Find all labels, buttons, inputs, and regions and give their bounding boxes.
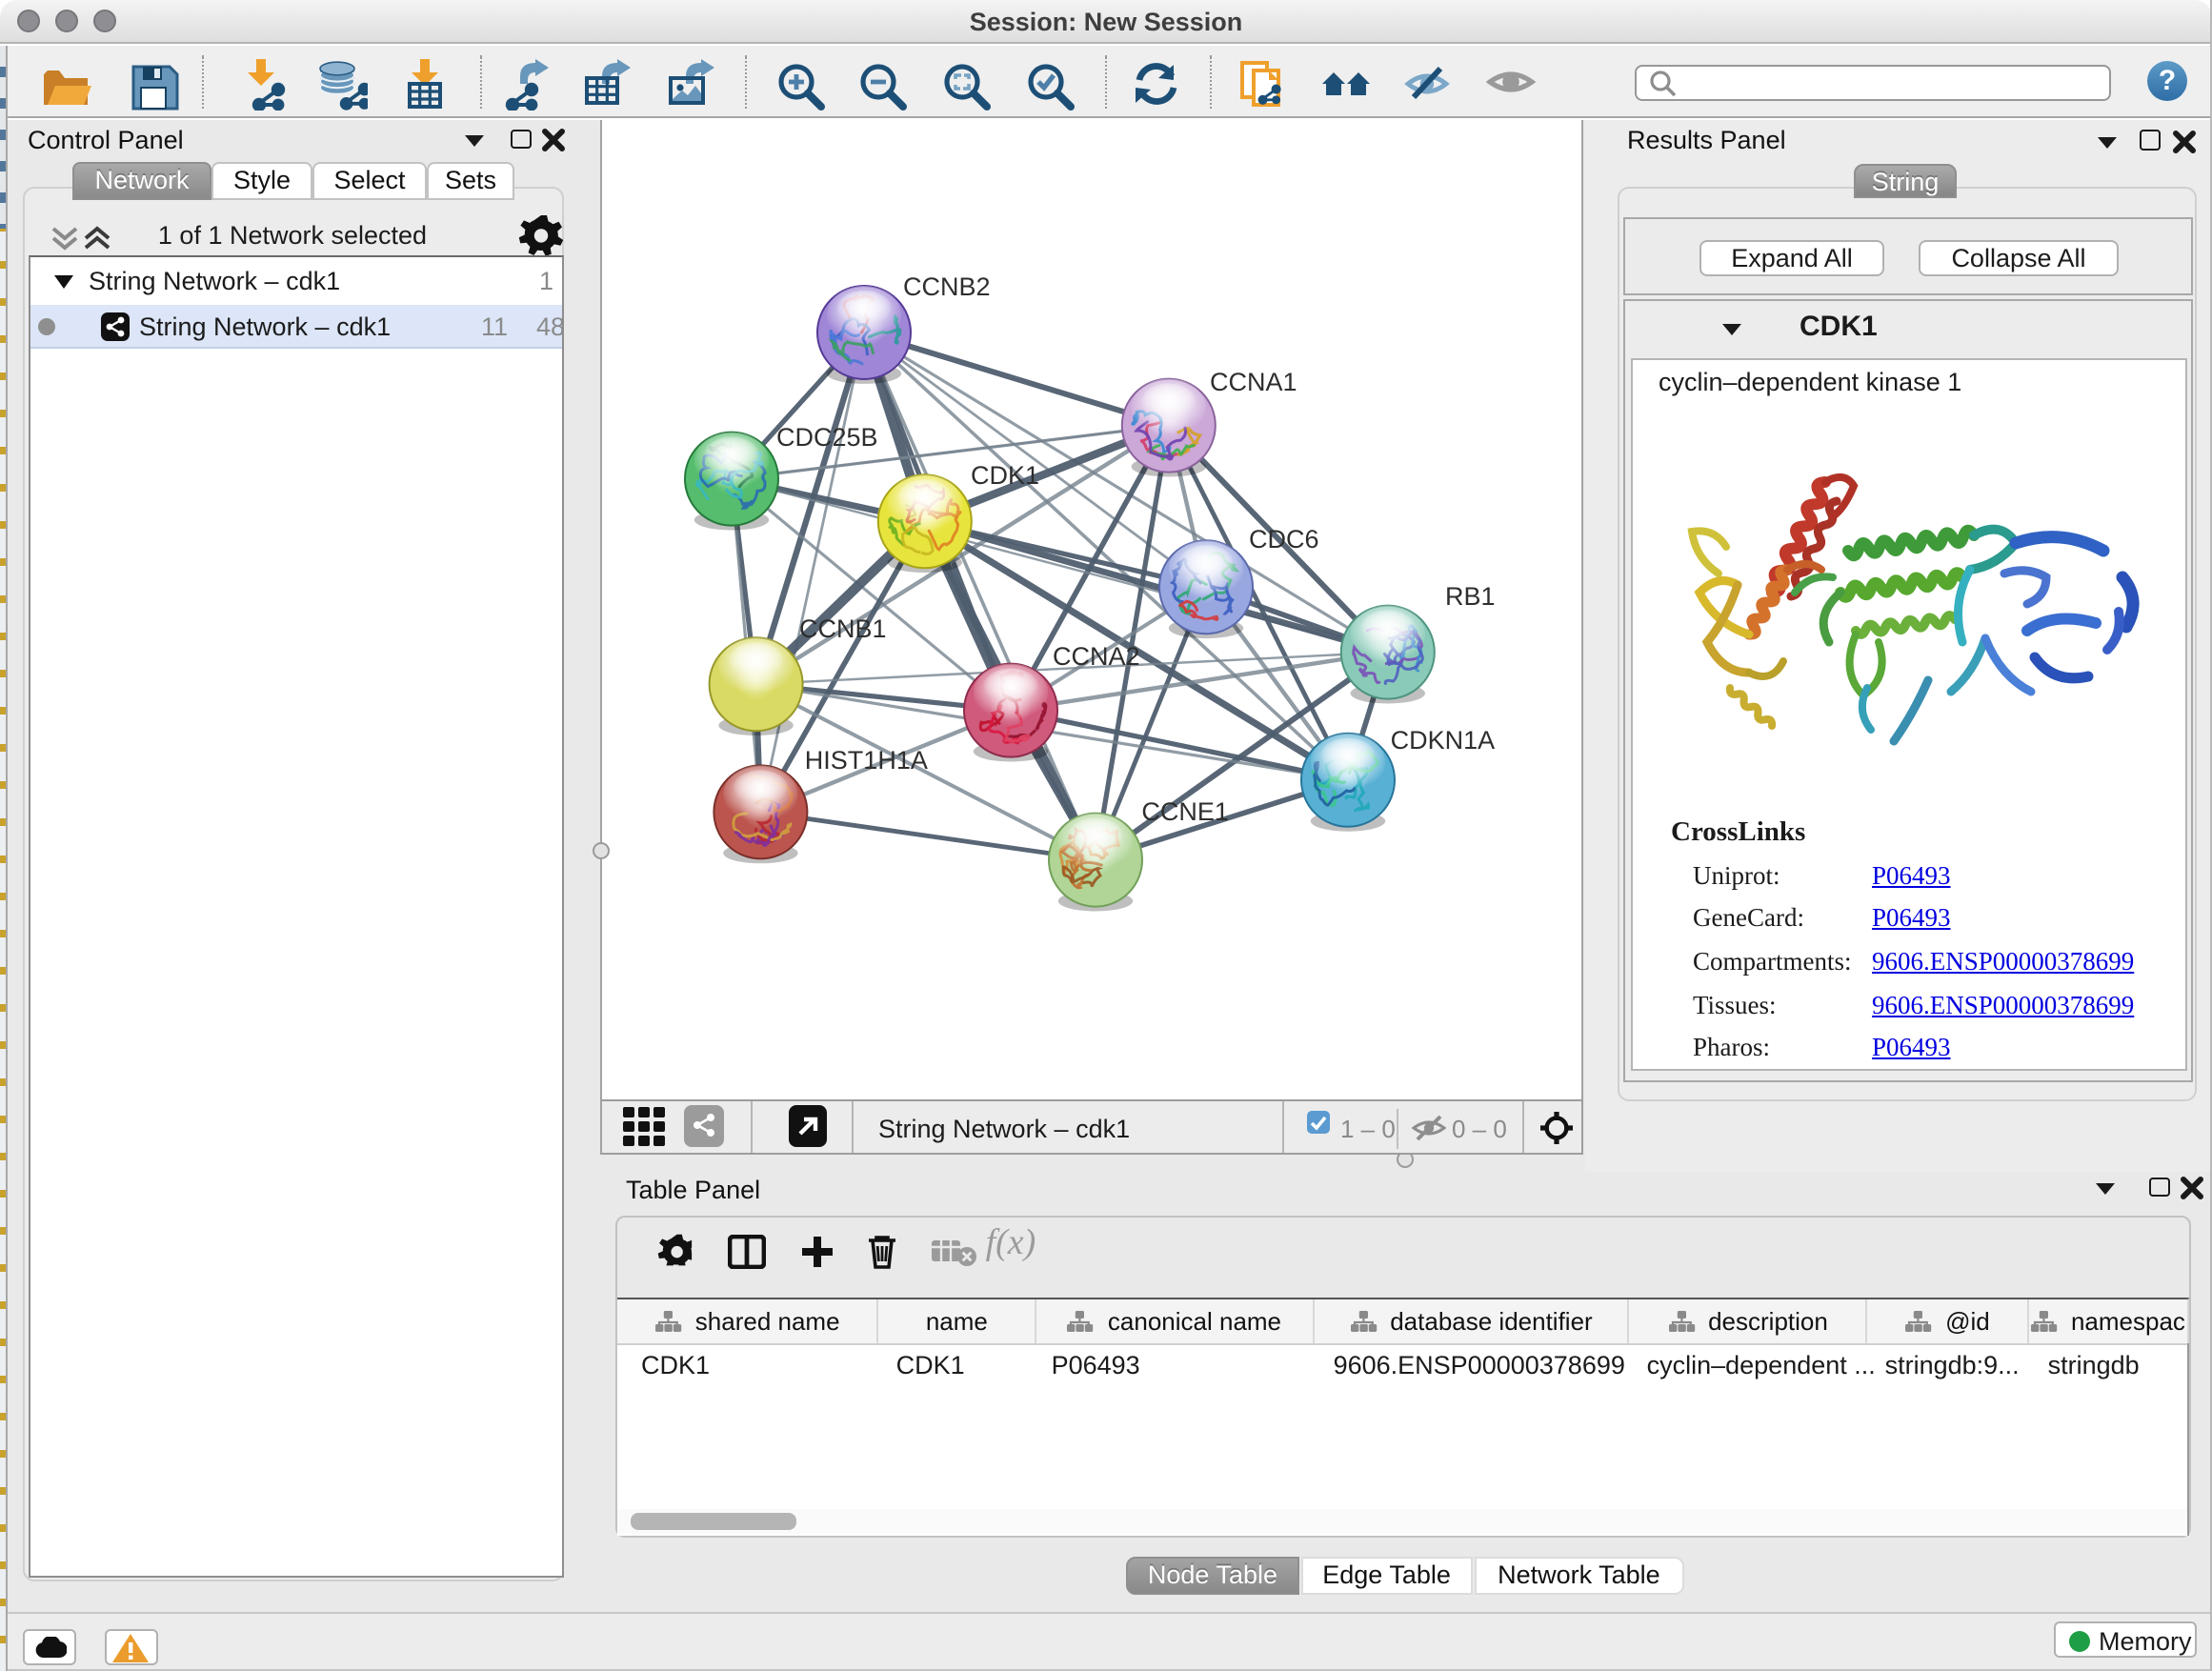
svg-text:CCNE1: CCNE1 — [1141, 796, 1229, 825]
svg-text:CCNA1: CCNA1 — [1210, 367, 1297, 395]
svg-text:CCNB1: CCNB1 — [799, 614, 887, 642]
svg-text:CCNA2: CCNA2 — [1053, 641, 1140, 670]
svg-text:HIST1H1A: HIST1H1A — [805, 745, 928, 774]
svg-text:CCNB2: CCNB2 — [903, 272, 991, 300]
svg-text:CDC6: CDC6 — [1249, 524, 1319, 553]
svg-text:CDC25B: CDC25B — [776, 422, 878, 451]
svg-text:CDK1: CDK1 — [971, 460, 1039, 489]
svg-text:CDKN1A: CDKN1A — [1391, 725, 1496, 754]
svg-text:RB1: RB1 — [1445, 581, 1496, 610]
